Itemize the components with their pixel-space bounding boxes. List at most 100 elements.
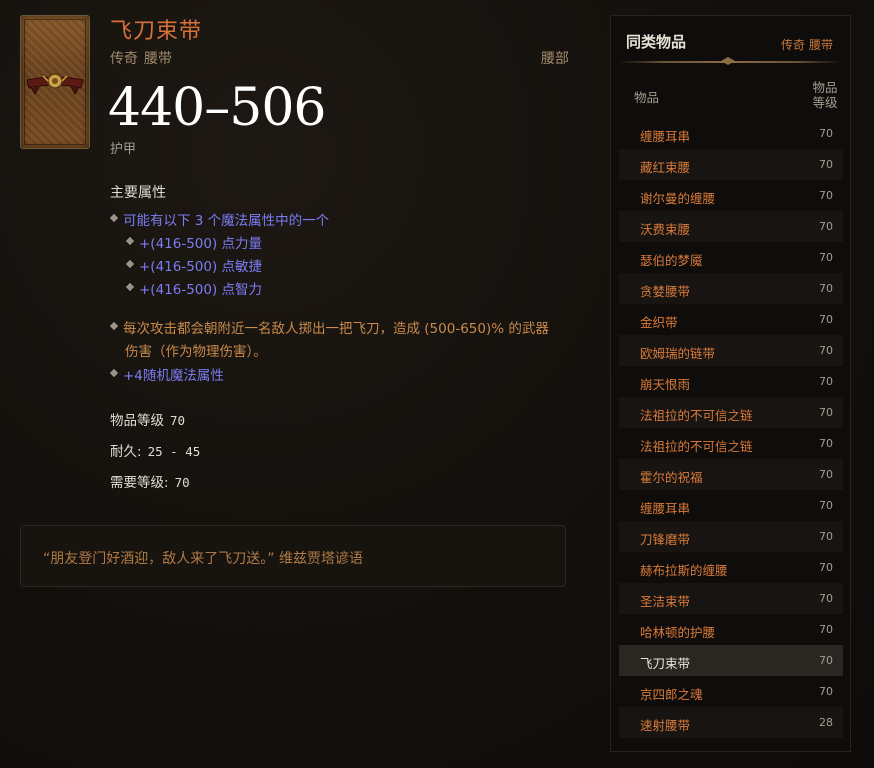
list-item[interactable]: 贪婪腰带 70 xyxy=(619,273,843,304)
list-item-name[interactable]: 瑟伯的梦魇 xyxy=(640,250,703,269)
list-item-name[interactable]: 崩天恨雨 xyxy=(640,374,690,393)
filter-category-link[interactable]: 腰带 xyxy=(809,38,833,52)
list-item-name[interactable]: 藏红束腰 xyxy=(640,157,690,176)
list-item-name[interactable]: 缠腰耳串 xyxy=(640,498,690,517)
required-level-label: 需要等级: xyxy=(110,475,169,491)
list-item[interactable]: 赫布拉斯的缠腰 70 xyxy=(619,552,843,583)
choice-option: +(416-500) 点敏捷 xyxy=(125,255,262,275)
list-item-level: 70 xyxy=(819,189,833,202)
choice-option: +(416-500) 点力量 xyxy=(125,232,262,252)
list-item[interactable]: 霍尔的祝福 70 xyxy=(619,459,843,490)
list-item-name[interactable]: 速射腰带 xyxy=(640,715,690,734)
list-item[interactable]: 藏红束腰 70 xyxy=(619,149,843,180)
column-header-level-line2: 等级 xyxy=(812,95,838,110)
durability-value: 25 - 45 xyxy=(147,444,201,459)
required-level-value: 70 xyxy=(174,475,190,490)
item-slot: 腰部 xyxy=(541,51,569,67)
list-item-level: 70 xyxy=(819,220,833,233)
list-item-level: 70 xyxy=(819,499,833,512)
list-item[interactable]: 金织带 70 xyxy=(619,304,843,335)
list-item[interactable]: 哈林顿的护腰 70 xyxy=(619,614,843,645)
legendary-property-text-2: 伤害（作为物理伤害）。 xyxy=(125,344,267,360)
list-item[interactable]: 崩天恨雨 70 xyxy=(619,366,843,397)
diamond-bullet-icon xyxy=(125,282,135,292)
list-item[interactable]: 谢尔曼的缠腰 70 xyxy=(619,180,843,211)
list-item-level: 70 xyxy=(819,375,833,388)
list-item-level: 70 xyxy=(819,530,833,543)
list-item-level: 70 xyxy=(819,468,833,481)
armor-value: 440–506 xyxy=(108,78,327,138)
diamond-bullet-icon xyxy=(109,321,119,331)
legendary-property-text-1: 每次攻击都会朝附近一名敌人掷出一把飞刀，造成 (500-650)% 的武器 xyxy=(123,321,549,337)
list-item-level: 70 xyxy=(819,685,833,698)
filter-rarity-link[interactable]: 传奇 xyxy=(781,38,805,52)
random-property-line: +4随机魔法属性 xyxy=(109,364,224,384)
list-item[interactable]: 京四郎之魂 70 xyxy=(619,676,843,707)
diamond-bullet-icon xyxy=(109,213,119,223)
list-item-name[interactable]: 缠腰耳串 xyxy=(640,126,690,145)
item-type: 传奇 腰带 xyxy=(110,48,178,68)
flavor-text: “朋友登门好酒迎，敌人来了飞刀送。” 维兹贾塔谚语 xyxy=(43,551,363,567)
item-category: 腰带 xyxy=(144,51,172,67)
choice-option: +(416-500) 点智力 xyxy=(125,278,263,298)
list-item-name[interactable]: 赫布拉斯的缠腰 xyxy=(640,560,728,579)
list-item-name[interactable]: 法祖拉的不可信之链 xyxy=(640,405,753,424)
legendary-property: 每次攻击都会朝附近一名敌人掷出一把飞刀，造成 (500-650)% 的武器 伤害… xyxy=(109,318,571,364)
list-item[interactable]: 法祖拉的不可信之链 70 xyxy=(619,397,843,428)
list-item-level: 70 xyxy=(819,344,833,357)
list-item-name[interactable]: 谢尔曼的缠腰 xyxy=(640,188,715,207)
list-item-level: 70 xyxy=(819,654,833,667)
list-item[interactable]: 飞刀束带 70 xyxy=(619,645,843,676)
list-item[interactable]: 沃费束腰 70 xyxy=(619,211,843,242)
diamond-bullet-icon xyxy=(125,259,135,269)
list-item[interactable]: 法祖拉的不可信之链 70 xyxy=(619,428,843,459)
list-item-level: 70 xyxy=(819,127,833,140)
diamond-bullet-icon xyxy=(125,236,135,246)
list-item-level: 70 xyxy=(819,592,833,605)
column-header-item[interactable]: 物品 xyxy=(634,87,659,106)
list-item-name[interactable]: 金织带 xyxy=(640,312,678,331)
list-item[interactable]: 欧姆瑞的链带 70 xyxy=(619,335,843,366)
list-item-name[interactable]: 哈林顿的护腰 xyxy=(640,622,715,641)
column-header-level[interactable]: 物品 等级 xyxy=(806,80,844,110)
list-item-name[interactable]: 贪婪腰带 xyxy=(640,281,690,300)
list-item-name[interactable]: 沃费束腰 xyxy=(640,219,690,238)
random-property-text: +4随机魔法属性 xyxy=(123,368,224,384)
belt-icon xyxy=(26,73,84,96)
list-item-level: 28 xyxy=(819,716,833,729)
list-item-level: 70 xyxy=(819,313,833,326)
list-item-name[interactable]: 圣洁束带 xyxy=(640,591,690,610)
choice-option-text: +(416-500) 点智力 xyxy=(139,282,263,298)
similar-items-filter: 传奇 腰带 xyxy=(777,36,833,53)
list-item-name[interactable]: 霍尔的祝福 xyxy=(640,467,703,486)
item-rarity: 传奇 xyxy=(110,51,138,67)
list-item-level: 70 xyxy=(819,406,833,419)
armor-label: 护甲 xyxy=(110,142,137,157)
similar-items-title: 同类物品 xyxy=(626,33,687,51)
list-item-name[interactable]: 飞刀束带 xyxy=(640,653,690,672)
flavor-text-box: “朋友登门好酒迎，敌人来了飞刀送。” 维兹贾塔谚语 xyxy=(20,525,566,587)
list-item-name[interactable]: 京四郎之魂 xyxy=(640,684,703,703)
ornament-icon xyxy=(721,57,735,65)
list-item[interactable]: 圣洁束带 70 xyxy=(619,583,843,614)
required-level: 需要等级: 70 xyxy=(110,471,190,491)
similar-items-list: 缠腰耳串 70 藏红束腰 70 谢尔曼的缠腰 70 沃费束腰 70 瑟伯的梦魇 70 贪婪腰带 70 金… xyxy=(619,118,843,738)
list-item-name[interactable]: 法祖拉的不可信之链 xyxy=(640,436,753,455)
item-title: 飞刀束带 xyxy=(110,19,203,44)
list-item-level: 70 xyxy=(819,437,833,450)
list-item[interactable]: 刀锋磨带 70 xyxy=(619,521,843,552)
item-level: 物品等级 70 xyxy=(110,409,185,429)
column-header-level-line1: 物品 xyxy=(812,80,838,95)
list-item-name[interactable]: 欧姆瑞的链带 xyxy=(640,343,715,362)
list-item[interactable]: 缠腰耳串 70 xyxy=(619,490,843,521)
item-level-value: 70 xyxy=(170,413,186,428)
item-icon-frame xyxy=(20,15,90,149)
list-item[interactable]: 速射腰带 28 xyxy=(619,707,843,738)
list-item-level: 70 xyxy=(819,251,833,264)
list-item-level: 70 xyxy=(819,158,833,171)
choice-property-text: 可能有以下 3 个魔法属性中的一个 xyxy=(123,213,330,229)
list-item[interactable]: 缠腰耳串 70 xyxy=(619,118,843,149)
list-item-name[interactable]: 刀锋磨带 xyxy=(640,529,690,548)
durability: 耐久: 25 - 45 xyxy=(110,440,200,460)
list-item[interactable]: 瑟伯的梦魇 70 xyxy=(619,242,843,273)
